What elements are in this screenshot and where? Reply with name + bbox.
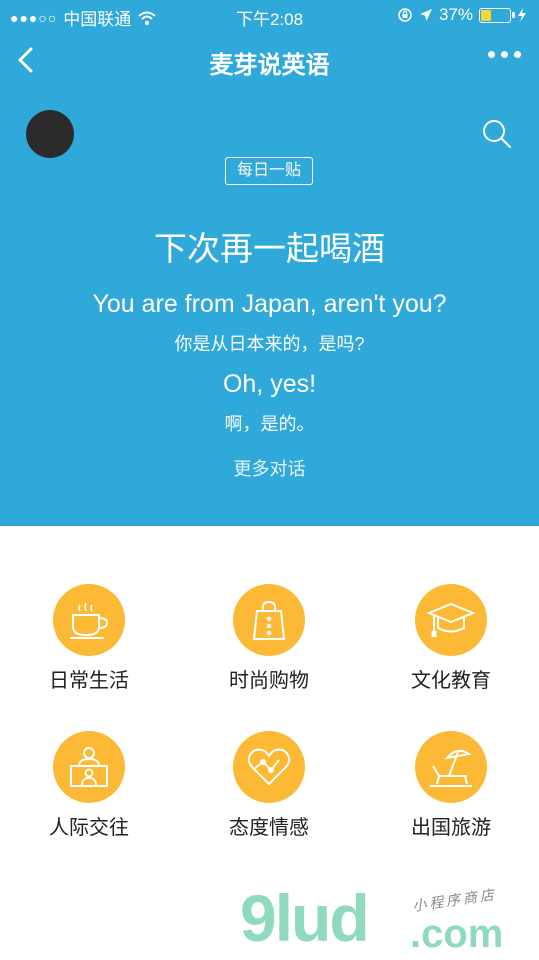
category-label: 时尚购物 <box>229 670 309 692</box>
more-options-icon[interactable] <box>488 51 521 58</box>
category-fashion-shopping[interactable]: 时尚购物 <box>194 584 344 693</box>
category-label: 态度情感 <box>229 817 309 839</box>
category-social[interactable]: 人际交往 <box>14 731 164 840</box>
watermark-logo: 9lud 小程序商店 .com <box>240 880 539 960</box>
category-label: 人际交往 <box>49 817 129 839</box>
status-bar: ●●●○○ 中国联通 下午2:08 37% <box>0 0 539 30</box>
navigation-bar: 麦芽说英语 <box>0 35 539 85</box>
people-icon <box>53 731 125 803</box>
charging-icon <box>518 8 526 22</box>
heart-icon <box>233 731 305 803</box>
tea-cup-icon <box>53 584 125 656</box>
watermark-brand: 9lud <box>240 881 370 955</box>
category-travel[interactable]: 出国旅游 <box>376 731 526 840</box>
page-title: 麦芽说英语 <box>209 52 330 79</box>
beach-chair-icon <box>415 731 487 803</box>
battery-percent: 37% <box>438 5 473 24</box>
battery-icon <box>479 7 515 23</box>
dialog-english-2: Oh, yes! <box>222 370 317 398</box>
category-label: 出国旅游 <box>411 817 491 839</box>
category-label: 日常生活 <box>49 670 129 692</box>
watermark-domain: .com <box>410 912 504 956</box>
shopping-bag-icon <box>233 584 305 656</box>
dialog-chinese-1: 你是从日本来的，是吗? <box>174 334 365 354</box>
avatar[interactable] <box>26 110 74 158</box>
orientation-lock-icon <box>398 8 412 22</box>
header-card: ●●●○○ 中国联通 下午2:08 37% 麦芽说英语 每日一贴 下次再一起喝酒… <box>0 0 539 526</box>
dialog-chinese-2: 啊，是的。 <box>224 414 315 434</box>
location-icon <box>419 9 432 21</box>
graduation-cap-icon <box>415 584 487 656</box>
category-label: 文化教育 <box>411 670 491 692</box>
more-dialogs-link[interactable]: 更多对话 <box>0 455 539 481</box>
category-attitude-emotion[interactable]: 态度情感 <box>194 731 344 840</box>
category-daily-life[interactable]: 日常生活 <box>14 584 164 693</box>
dialog-english-1: You are from Japan, aren't you? <box>92 290 447 318</box>
search-icon[interactable] <box>481 118 513 150</box>
category-culture-education[interactable]: 文化教育 <box>376 584 526 693</box>
daily-badge: 每日一贴 <box>225 157 313 185</box>
daily-title: 下次再一起喝酒 <box>154 230 385 267</box>
